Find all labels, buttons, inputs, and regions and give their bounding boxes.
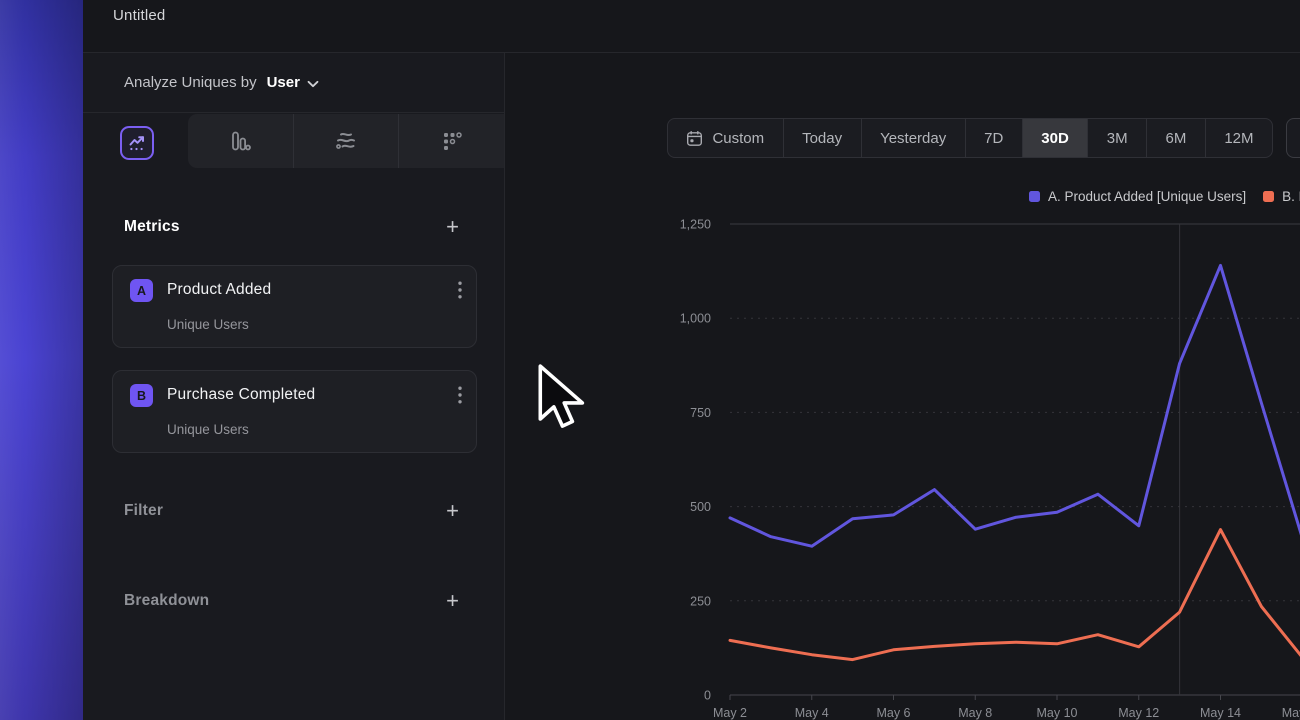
metric-name: Purchase Completed — [167, 386, 315, 404]
x-tick-label: May 2 — [713, 706, 747, 720]
time-range-7d[interactable]: 7D — [965, 119, 1022, 157]
chevron-down-icon[interactable] — [307, 80, 319, 88]
legend-swatch — [1263, 191, 1274, 202]
x-tick-label: May 16 — [1282, 706, 1300, 720]
y-tick-label: 250 — [690, 594, 711, 608]
add-filter-button[interactable]: + — [446, 502, 459, 520]
time-range-today[interactable]: Today — [783, 119, 861, 157]
calendar-icon — [686, 130, 703, 147]
add-breakdown-button[interactable]: + — [446, 592, 459, 610]
metric-badge: B — [130, 384, 153, 407]
add-metric-button[interactable]: + — [446, 218, 459, 236]
series-line-b — [730, 530, 1300, 660]
kebab-menu-icon[interactable] — [458, 281, 462, 304]
metric-name: Product Added — [167, 281, 271, 299]
time-range-label: 12M — [1224, 130, 1253, 147]
time-range-30d[interactable]: 30D — [1022, 119, 1087, 157]
analyze-label: Analyze Uniques by — [124, 74, 257, 91]
app-window: Untitled Analyze Uniques by User — [83, 0, 1300, 720]
time-range-label: Today — [802, 130, 842, 147]
x-tick-label: May 8 — [958, 706, 992, 720]
tab-retention[interactable] — [398, 114, 504, 168]
time-range-label: Yesterday — [880, 130, 946, 147]
legend-item[interactable]: B. Purchase Completed [Unique Users] — [1263, 189, 1300, 204]
chart-legend: A. Product Added [Unique Users] B. Purcha… — [1029, 189, 1300, 204]
time-range-label: 3M — [1107, 130, 1128, 147]
tab-insights-active[interactable] — [120, 126, 154, 160]
time-range-12m[interactable]: 12M — [1205, 119, 1272, 157]
filter-section: Filter + — [124, 502, 459, 520]
tab-funnels[interactable] — [188, 114, 293, 168]
analyze-value-dropdown[interactable]: User — [267, 74, 300, 91]
breakdown-section: Breakdown + — [124, 592, 459, 610]
metrics-title: Metrics — [124, 218, 180, 236]
tab-flows[interactable] — [293, 114, 399, 168]
flows-waves-icon — [333, 129, 359, 153]
retention-dots-icon — [440, 129, 464, 153]
insights-line-chart-icon — [127, 133, 147, 153]
tab-group — [188, 114, 504, 168]
chart-type-tabs — [83, 113, 504, 169]
time-range-custom[interactable]: Custom — [668, 119, 783, 157]
breakdown-title: Breakdown — [124, 592, 209, 610]
metric-badge: A — [130, 279, 153, 302]
x-tick-label: May 4 — [795, 706, 829, 720]
time-range-label: 30D — [1041, 130, 1069, 147]
x-tick-label: May 10 — [1037, 706, 1078, 720]
time-range-label: Custom — [712, 130, 764, 147]
kebab-menu-icon[interactable] — [458, 386, 462, 409]
time-range-6m[interactable]: 6M — [1146, 119, 1205, 157]
compare-button[interactable]: Compare — [1286, 118, 1300, 158]
metric-subtitle: Unique Users — [167, 317, 249, 332]
mouse-cursor — [536, 361, 586, 437]
time-range-yesterday[interactable]: Yesterday — [861, 119, 965, 157]
legend-swatch — [1029, 191, 1040, 202]
time-range-label: 7D — [984, 130, 1003, 147]
x-tick-label: May 6 — [876, 706, 910, 720]
analyze-row: Analyze Uniques by User — [83, 53, 504, 113]
time-range-3m[interactable]: 3M — [1087, 119, 1146, 157]
metrics-header: Metrics + — [124, 218, 459, 236]
time-range-group: Custom Today Yesterday 7D 30D 3M 6M 12M — [667, 118, 1273, 158]
x-tick-label: May 12 — [1118, 706, 1159, 720]
filter-title: Filter — [124, 502, 163, 520]
funnels-bars-icon — [228, 129, 252, 153]
y-tick-label: 500 — [690, 500, 711, 514]
report-title[interactable]: Untitled — [113, 7, 165, 24]
metric-subtitle: Unique Users — [167, 422, 249, 437]
y-tick-label: 1,000 — [680, 312, 711, 326]
legend-label: B. Purchase Completed [Unique Users] — [1282, 189, 1300, 204]
main-panel: 0 250 500 750 1,000 1,250 May 2 May 4 May 6 May 8… — [588, 53, 1300, 720]
legend-item[interactable]: A. Product Added [Unique Users] — [1029, 189, 1246, 204]
sidebar: Analyze Uniques by User — [83, 53, 505, 720]
x-tick-label: May 14 — [1200, 706, 1241, 720]
metrics-list: A Product Added Unique Users B Purchase Comp… — [112, 265, 477, 475]
metric-card-a[interactable]: A Product Added Unique Users — [112, 265, 477, 348]
background-gradient-strip — [0, 0, 83, 720]
y-tick-label: 1,250 — [680, 218, 711, 232]
time-range-label: 6M — [1166, 130, 1187, 147]
y-tick-label: 750 — [690, 406, 711, 420]
y-tick-label: 0 — [704, 689, 711, 703]
topbar: Untitled — [83, 0, 1300, 53]
series-line-a — [730, 265, 1300, 546]
legend-label: A. Product Added [Unique Users] — [1048, 189, 1246, 204]
metric-card-b[interactable]: B Purchase Completed Unique Users — [112, 370, 477, 453]
